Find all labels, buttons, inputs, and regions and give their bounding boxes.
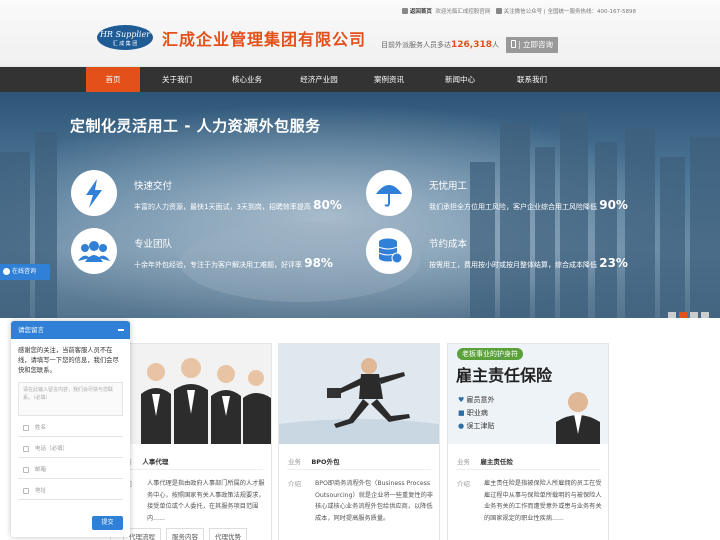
- nav-item-core-business[interactable]: 核心业务: [220, 67, 274, 92]
- tag-service-content[interactable]: 服务内容: [166, 528, 204, 540]
- slide-dot-3[interactable]: [690, 312, 698, 318]
- user-icon: [23, 425, 29, 431]
- card-business-name: BPO外包: [311, 458, 340, 466]
- home-icon: [401, 8, 408, 14]
- umbrella-icon: [366, 170, 412, 216]
- phone-icon: [511, 40, 517, 48]
- feature-cost-saving: 节约成本 按需用工，费用按小时或按月整体结算，综合成本降低 23%: [366, 228, 666, 276]
- feature-title: 节约成本: [429, 239, 468, 250]
- logo-line1: HR Supplier: [99, 30, 151, 39]
- served-count-text: 目前外派服务人员多达126,318人: [381, 40, 499, 50]
- minimize-icon[interactable]: [118, 329, 124, 331]
- tag-agency-advantages[interactable]: 代理优势: [209, 528, 247, 540]
- message-textarea[interactable]: 请在此输入留言内容，我们会尽快与您联系。（必填）: [18, 382, 123, 416]
- company-name: 汇成企业管理集团有限公司: [162, 30, 367, 49]
- submit-button[interactable]: 提交: [92, 516, 123, 530]
- businessman-illustration: [556, 392, 600, 444]
- nav-item-cases[interactable]: 案例资讯: [362, 67, 416, 92]
- feature-worry-free: 无忧用工 我们承担全方位用工风险，客户企业综合用工风险降低 90%: [366, 170, 666, 218]
- team-icon: [71, 228, 117, 274]
- card-image-insurance-banner: 老板事业的护身符 雇主责任保险 ♥ 雇员意外 ■ 职业病 ● 误工津贴: [448, 344, 608, 444]
- chat-message: 感谢您的关注，当前客服人员不在线，请填写一下您的信息，我们会尽快和您联系。: [18, 347, 119, 374]
- slide-dot-4[interactable]: [701, 312, 709, 318]
- card-image-running-businessman: [279, 344, 439, 444]
- chat-title: 请您留言: [18, 326, 44, 334]
- home-link[interactable]: 返回首页: [410, 9, 432, 15]
- feature-fast-delivery: 快速交付 丰富的人力资源，最快1天面试，3天到岗，招聘效率提高 80%: [71, 170, 371, 218]
- slider-dots: [668, 305, 712, 318]
- card-business-name: 人事代理: [142, 458, 169, 466]
- company-logo[interactable]: HR Supplier 汇 成 集 团: [97, 25, 153, 50]
- phone-icon: [23, 446, 29, 452]
- nav-item-contact[interactable]: 联系我们: [505, 67, 559, 92]
- nav-item-about[interactable]: 关于我们: [150, 67, 204, 92]
- chat-bubble-icon: [3, 268, 10, 275]
- lightning-icon: [71, 170, 117, 216]
- service-card-employer-insurance[interactable]: 老板事业的护身符 雇主责任保险 ♥ 雇员意外 ■ 职业病 ● 误工津贴 业务 雇…: [447, 343, 609, 540]
- card-image-business-team: [111, 344, 271, 444]
- card-intro-label: 介绍: [288, 480, 301, 488]
- card-intro: BPO即商务流程外包（Business Process Outsourcing）…: [315, 480, 433, 522]
- logo-line2: 汇 成 集 团: [112, 41, 138, 47]
- card-business-name: 雇主责任险: [480, 458, 513, 466]
- online-service-label: 在线咨询: [12, 268, 37, 275]
- consult-now-button[interactable]: | 立即咨询: [506, 37, 558, 53]
- wechat-icon: [495, 8, 502, 14]
- site-header: HR Supplier 汇 成 集 团 汇成企业管理集团有限公司 返回首页 欢迎…: [0, 0, 720, 67]
- card-intro: 人事代理是指由政府人事部门所属的人才服务中心，按照国家有关人事政策法规要求，接受…: [147, 480, 265, 522]
- served-prefix: 目前外派服务人员多达: [381, 41, 451, 49]
- email-field[interactable]: 邮箱: [18, 462, 123, 479]
- feature-title: 无忧用工: [429, 181, 468, 192]
- feature-desc: 我们承担全方位用工风险，客户企业综合用工风险降低 90%: [429, 198, 628, 212]
- online-service-tab[interactable]: 在线咨询: [0, 264, 50, 280]
- service-card-hr-agency[interactable]: 业务 人事代理 介绍 人事代理是指由政府人事部门所属的人才服务中心，按照国家有关…: [110, 343, 272, 540]
- slide-dot-1[interactable]: [668, 312, 676, 318]
- hotline-text: | 全国统一服务热线：400-167-5898: [543, 9, 636, 15]
- welcome-text: 欢迎光临汇成控股官网: [435, 9, 491, 15]
- feature-desc: 十余年外包经验，专注于为客户解决用工难题，好评率 98%: [134, 256, 333, 270]
- feature-title: 快速交付: [134, 181, 173, 192]
- leave-message-widget: 请您留言 感谢您的关注，当前客服人员不在线，请填写一下您的信息，我们会尽快和您联…: [11, 321, 130, 537]
- phone-field[interactable]: 电话（必填）: [18, 441, 123, 458]
- hero-banner: 定制化灵活用工 - 人力资源外包服务 快速交付 丰富的人力资源，最快1天面试，3…: [0, 92, 720, 318]
- nav-item-industrial-park[interactable]: 经济产业园: [292, 67, 346, 92]
- card-business-row: 业务 雇主责任险: [457, 458, 513, 466]
- card-intro: 雇主责任险是指被保险人所雇佣的员工在受雇过程中从事与保险单所载明的与被保险人业务…: [484, 480, 602, 522]
- feature-desc: 按需用工，费用按小时或按月整体结算，综合成本降低 23%: [429, 256, 628, 270]
- main-nav: 首页 关于我们 核心业务 经济产业园 案例资讯 新闻中心 联系我们: [0, 67, 720, 92]
- top-links: 返回首页 欢迎光临汇成控股官网 关注微信公众号 | 全国统一服务热线：400-1…: [401, 7, 636, 15]
- card-intro-label: 介绍: [457, 480, 470, 488]
- consult-label: | 立即咨询: [518, 40, 553, 49]
- chat-header: 请您留言: [11, 321, 130, 339]
- address-field[interactable]: 地址: [18, 483, 123, 500]
- nav-item-home[interactable]: 首页: [86, 67, 140, 92]
- feature-professional-team: 专业团队 十余年外包经验，专注于为客户解决用工难题，好评率 98%: [71, 228, 371, 276]
- feature-title: 专业团队: [134, 239, 173, 250]
- mail-icon: [23, 467, 29, 473]
- served-number: 126,318: [451, 40, 492, 50]
- card-divider: [287, 469, 431, 470]
- card-divider: [456, 469, 600, 470]
- banner-title: 定制化灵活用工 - 人力资源外包服务: [70, 117, 321, 135]
- slide-dot-2[interactable]: [679, 312, 687, 318]
- name-field[interactable]: 姓名: [18, 420, 123, 437]
- card-business-row: 业务 BPO外包: [288, 458, 340, 466]
- follow-wechat-link[interactable]: 关注微信公众号: [504, 9, 543, 15]
- location-icon: [23, 488, 29, 494]
- card-tags: 代理流程 服务内容 代理优势: [123, 528, 252, 540]
- card-divider: [119, 469, 263, 470]
- service-card-bpo[interactable]: 业务 BPO外包 介绍 BPO即商务流程外包（Business Process …: [278, 343, 440, 540]
- coins-icon: [366, 228, 412, 274]
- served-suffix: 人: [492, 41, 499, 49]
- nav-item-news[interactable]: 新闻中心: [433, 67, 487, 92]
- feature-desc: 丰富的人力资源，最快1天面试，3天到岗，招聘效率提高 80%: [134, 198, 342, 212]
